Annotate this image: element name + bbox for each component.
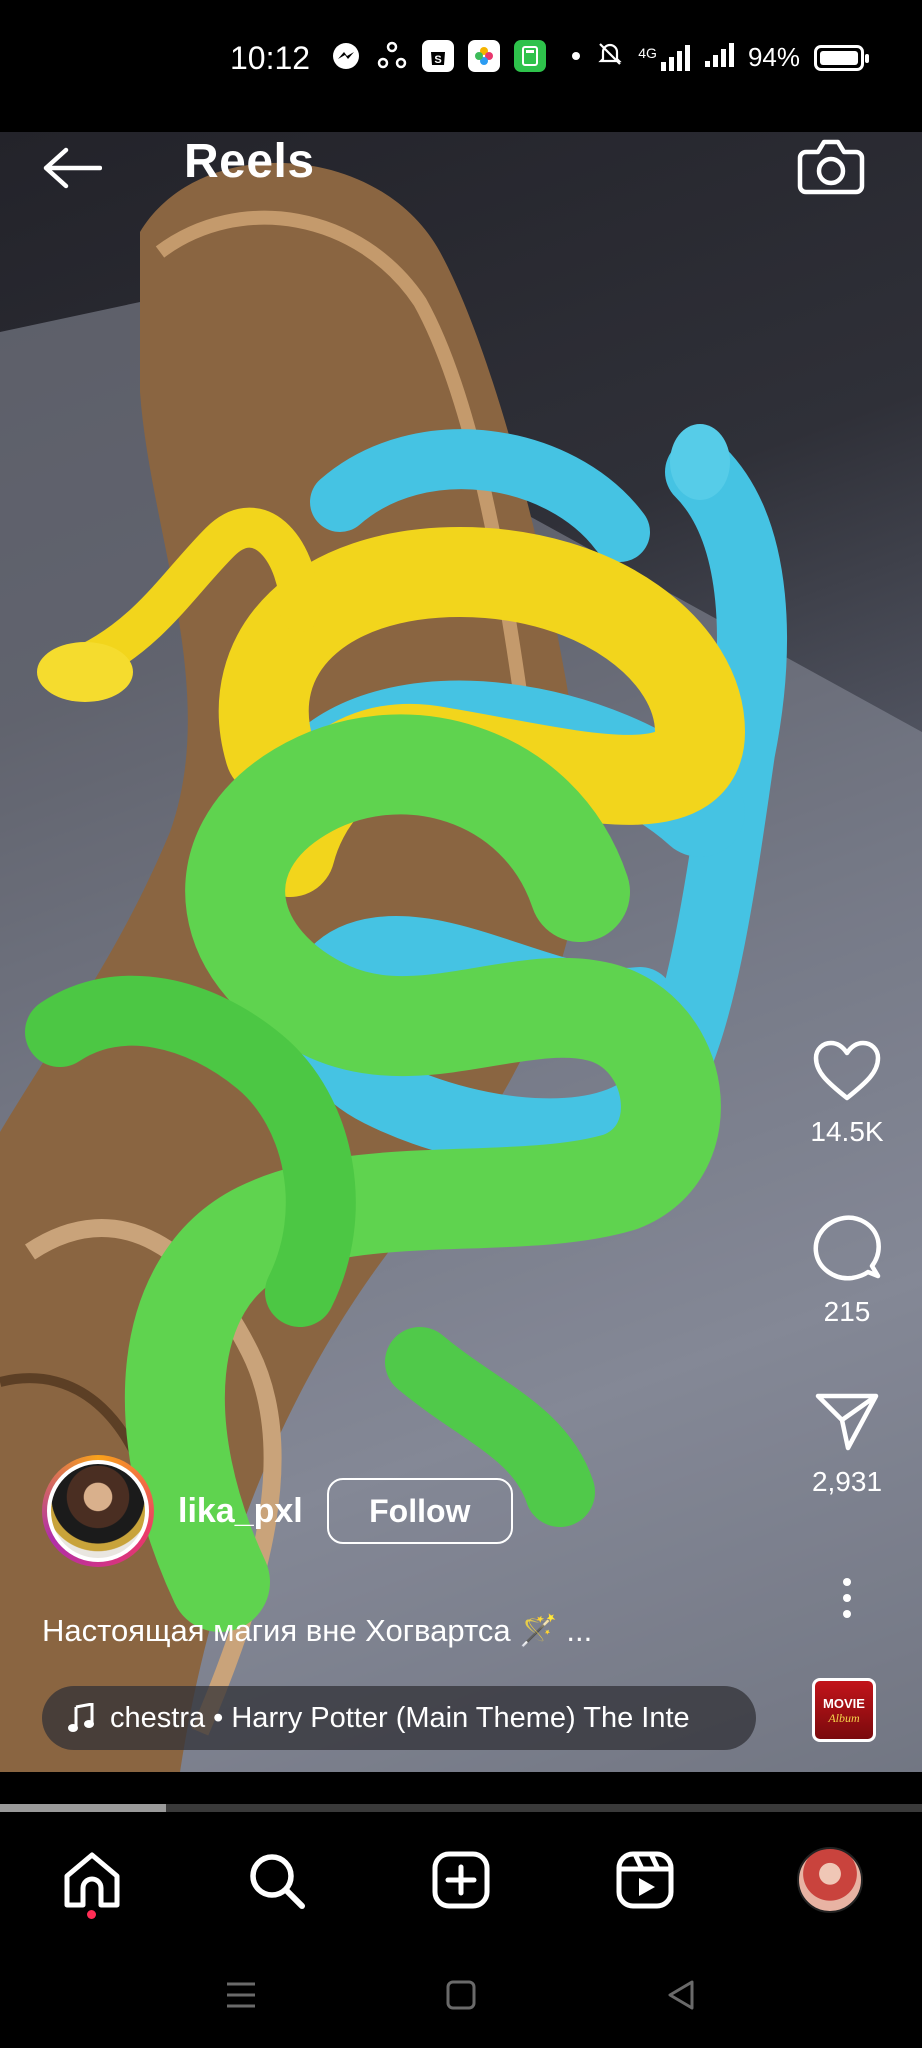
signal-icon [704,41,734,74]
nav-reels[interactable] [605,1840,685,1920]
page-title: Reels [184,135,315,188]
audio-thumb-title: MOVIE [823,1695,865,1711]
comment-count: 215 [823,1296,871,1327]
nav-create[interactable] [421,1840,501,1920]
share-count: 2,931 [811,1466,883,1497]
music-title: chestra • Harry Potter (Main Theme) The … [110,1701,690,1734]
music-info[interactable]: chestra • Harry Potter (Main Theme) The … [42,1686,756,1750]
reels-header [0,132,922,242]
camera-icon [797,139,865,195]
nav-search[interactable] [236,1840,316,1920]
music-note-icon [64,1701,98,1735]
more-options-button[interactable] [772,1576,922,1620]
comment-icon[interactable] [812,1214,882,1282]
svg-text:S: S [434,54,441,66]
home-system-button[interactable] [436,1970,486,2020]
create-icon [432,1851,490,1909]
playback-progress[interactable] [0,1804,922,1812]
menu-icon [227,1982,255,2008]
back-arrow-icon [43,147,102,189]
back-button[interactable] [38,138,106,198]
nav-home[interactable] [52,1840,132,1920]
recent-apps-button[interactable] [216,1970,266,2020]
reels-icon [616,1851,674,1909]
camera-button[interactable] [796,130,866,200]
post-caption[interactable]: Настоящая магия вне Хогвартса 🪄 ... [42,1612,592,1649]
like-action: 14.5K [772,1040,922,1148]
author-row: lika_pxl Follow [42,1455,513,1567]
battery-icon [814,44,869,71]
status-system-icons: 4G 94% [596,40,869,75]
profile-avatar [797,1847,863,1913]
playback-progress-fill [0,1804,166,1812]
home-icon [64,1852,120,1908]
author-username[interactable]: lika_pxl [178,1492,303,1531]
status-notification-icons: S [330,40,592,72]
audio-thumb-subtitle: Album [828,1710,860,1725]
nav-profile[interactable] [790,1840,870,1920]
status-time: 10:12 [230,40,311,76]
heart-icon[interactable] [812,1040,882,1102]
share-icon[interactable] [814,1390,880,1452]
mute-icon [596,40,624,75]
audio-thumbnail[interactable]: MOVIE Album [812,1678,876,1742]
messenger-icon [330,40,362,72]
like-count: 14.5K [810,1116,884,1147]
network-type: 4G [638,44,657,61]
calculator-icon [514,40,546,72]
square-icon [446,1980,476,2010]
connect-icon [376,40,408,72]
shopping-icon: S [422,40,454,72]
share-action: 2,931 [772,1390,922,1498]
search-icon [250,1854,305,1909]
dot-icon [560,40,592,72]
author-avatar[interactable] [42,1455,154,1567]
follow-button[interactable]: Follow [326,1478,513,1544]
photos-icon [468,40,500,72]
notification-dot [87,1910,96,1919]
signal-icon: 4G [638,44,690,71]
back-system-button[interactable] [656,1970,706,2020]
comment-action: 215 [772,1214,922,1328]
triangle-back-icon [668,1980,694,2010]
status-bar: 10:12 S 4G 94% [0,0,922,132]
more-icon [843,1578,851,1618]
battery-percent: 94% [747,42,800,72]
